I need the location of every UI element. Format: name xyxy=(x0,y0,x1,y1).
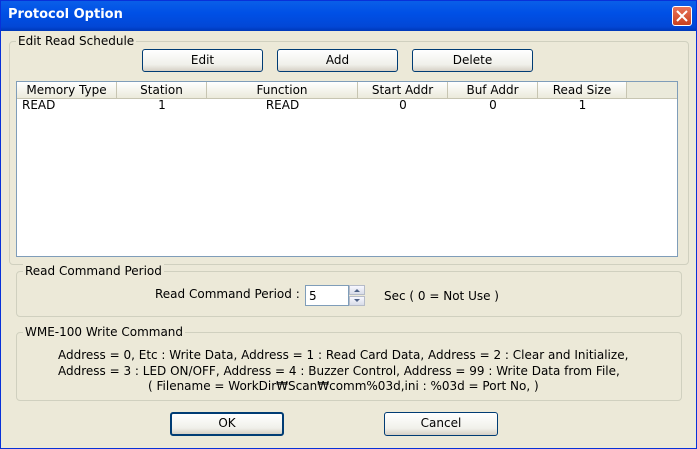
read-command-period-label: Read Command Period xyxy=(23,264,164,278)
cell-function: READ xyxy=(265,98,300,112)
column-buf-addr[interactable]: Buf Addr xyxy=(448,82,538,98)
period-unit-note: Sec ( 0 = Not Use ) xyxy=(384,289,499,303)
cell-start-addr: 0 xyxy=(399,98,407,112)
up-arrow-icon xyxy=(354,289,360,292)
column-start-addr[interactable]: Start Addr xyxy=(358,82,448,98)
column-function[interactable]: Function xyxy=(207,82,358,98)
spin-up-button[interactable] xyxy=(349,285,365,295)
ok-button[interactable]: OK xyxy=(170,412,284,436)
protocol-option-dialog: Protocol Option Edit Read Schedule Edit … xyxy=(0,0,697,449)
cell-read-size: 1 xyxy=(578,98,587,112)
edit-button[interactable]: Edit xyxy=(142,49,263,72)
add-button[interactable]: Add xyxy=(277,49,398,72)
wme-line-1: Address = 0, Etc : Write Data, Address =… xyxy=(58,348,629,362)
list-header: Memory Type Station Function Start Addr … xyxy=(17,82,677,99)
cancel-button[interactable]: Cancel xyxy=(384,412,498,436)
wme-line-2: Address = 3 : LED ON/OFF, Address = 4 : … xyxy=(58,364,620,378)
close-button[interactable] xyxy=(672,6,692,26)
delete-button[interactable]: Delete xyxy=(412,49,533,72)
period-input[interactable] xyxy=(305,285,349,306)
period-field-label: Read Command Period : xyxy=(155,287,300,301)
cell-memory-type: READ xyxy=(22,98,56,112)
wme-line-3: ( Filename = WorkDir₩Scan₩comm%03d,ini :… xyxy=(148,379,539,393)
cell-station: 1 xyxy=(158,98,166,112)
spin-down-button[interactable] xyxy=(349,296,365,306)
cell-buf-addr: 0 xyxy=(489,98,497,112)
down-arrow-icon xyxy=(354,299,360,302)
title-bar[interactable]: Protocol Option xyxy=(1,1,696,31)
window-title: Protocol Option xyxy=(8,7,123,22)
edit-read-schedule-label: Edit Read Schedule xyxy=(16,34,137,48)
read-schedule-list[interactable]: Memory Type Station Function Start Addr … xyxy=(16,81,678,257)
close-icon xyxy=(676,10,688,22)
column-memory-type[interactable]: Memory Type xyxy=(17,82,117,98)
wme-write-command-label: WME-100 Write Command xyxy=(23,325,186,339)
table-row[interactable]: READ 1 READ 0 0 1 xyxy=(17,98,677,112)
column-station[interactable]: Station xyxy=(117,82,207,98)
column-read-size[interactable]: Read Size xyxy=(538,82,627,98)
